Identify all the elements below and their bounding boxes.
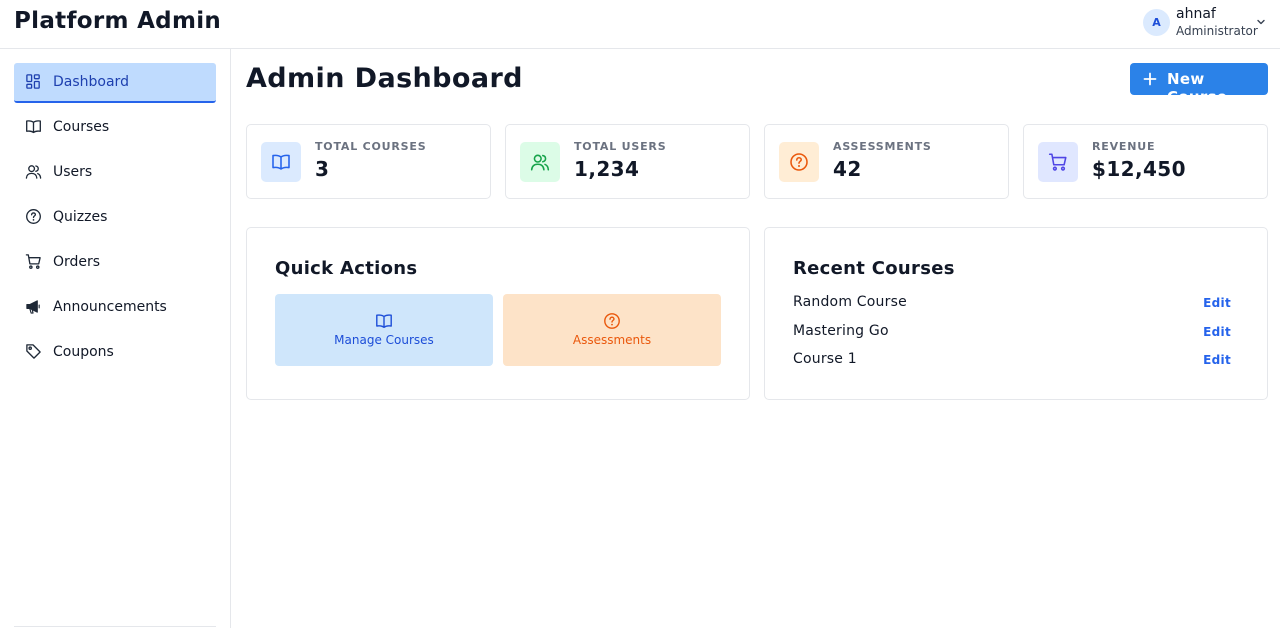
question-circle-icon xyxy=(790,153,808,171)
sidebar: Dashboard Courses Users Quizzes Orders A… xyxy=(0,49,231,628)
edit-link[interactable]: Edit xyxy=(1203,325,1231,339)
app-title: Platform Admin xyxy=(14,8,222,34)
user-name: ahnaf xyxy=(1176,6,1216,22)
users-icon xyxy=(25,165,42,179)
manage-courses-label: Manage Courses xyxy=(334,333,434,347)
sidebar-item-label: Courses xyxy=(53,119,110,135)
sidebar-item-coupons[interactable]: Coupons xyxy=(14,333,216,373)
edit-link[interactable]: Edit xyxy=(1203,353,1231,367)
book-icon xyxy=(26,120,41,134)
sidebar-item-label: Users xyxy=(53,164,93,180)
sidebar-item-orders[interactable]: Orders xyxy=(14,243,216,283)
sidebar-item-quizzes[interactable]: Quizzes xyxy=(14,198,216,238)
sidebar-item-label: Dashboard xyxy=(53,74,129,90)
tag-icon xyxy=(26,344,41,359)
question-circle-icon xyxy=(604,313,620,329)
page-title: Admin Dashboard xyxy=(246,63,523,94)
sidebar-item-label: Coupons xyxy=(53,344,114,360)
stat-value: 1,234 xyxy=(574,157,640,181)
megaphone-icon xyxy=(26,300,40,314)
question-circle-icon xyxy=(26,209,41,224)
list-item: Mastering Go Edit xyxy=(793,323,1233,345)
sidebar-divider xyxy=(14,626,216,627)
assessments-label: Assessments xyxy=(572,333,652,347)
stat-card-assessments: ASSESSMENTS 42 xyxy=(764,124,1009,199)
stat-value: 3 xyxy=(315,157,330,181)
new-course-label: New Course xyxy=(1167,70,1228,106)
user-menu[interactable]: A ahnaf Administrator xyxy=(1143,6,1273,42)
list-item: Course 1 Edit xyxy=(793,351,1233,373)
quick-actions-title: Quick Actions xyxy=(275,258,418,279)
recent-courses-panel: Recent Courses Random Course Edit Master… xyxy=(764,227,1268,400)
course-name: Mastering Go xyxy=(793,323,889,339)
recent-courses-title: Recent Courses xyxy=(793,258,955,279)
quick-actions-panel: Quick Actions Manage Courses Assessments xyxy=(246,227,750,400)
stat-card-revenue: REVENUE $12,450 xyxy=(1023,124,1268,199)
course-name: Course 1 xyxy=(793,351,857,367)
stat-icon-box xyxy=(261,142,301,182)
sidebar-item-label: Orders xyxy=(53,254,101,270)
stat-icon-box xyxy=(779,142,819,182)
sidebar-item-courses[interactable]: Courses xyxy=(14,108,216,148)
users-icon xyxy=(530,154,550,171)
stat-icon-box xyxy=(520,142,560,182)
stat-label: TOTAL COURSES xyxy=(315,140,427,153)
sidebar-item-label: Announcements xyxy=(53,299,167,315)
sidebar-item-dashboard[interactable]: Dashboard xyxy=(14,63,216,103)
book-icon xyxy=(376,314,392,328)
stat-card-total-courses: TOTAL COURSES 3 xyxy=(246,124,491,199)
dashboard-icon xyxy=(26,74,40,89)
list-item: Random Course Edit xyxy=(793,294,1233,316)
plus-icon xyxy=(1143,72,1157,86)
stat-value: $12,450 xyxy=(1092,157,1186,181)
stat-label: REVENUE xyxy=(1092,140,1156,153)
edit-link[interactable]: Edit xyxy=(1203,296,1231,310)
book-icon xyxy=(272,154,290,170)
sidebar-item-announcements[interactable]: Announcements xyxy=(14,288,216,328)
stat-label: TOTAL USERS xyxy=(574,140,667,153)
stat-card-total-users: TOTAL USERS 1,234 xyxy=(505,124,750,199)
top-bar: Platform Admin A ahnaf Administrator xyxy=(0,0,1280,49)
assessments-button[interactable]: Assessments xyxy=(503,294,721,366)
manage-courses-button[interactable]: Manage Courses xyxy=(275,294,493,366)
stat-label: ASSESSMENTS xyxy=(833,140,932,153)
course-name: Random Course xyxy=(793,294,907,310)
stat-icon-box xyxy=(1038,142,1078,182)
avatar: A xyxy=(1143,9,1170,36)
sidebar-item-users[interactable]: Users xyxy=(14,153,216,193)
user-role: Administrator xyxy=(1176,24,1258,38)
stat-value: 42 xyxy=(833,157,862,181)
chevron-down-icon[interactable] xyxy=(1255,16,1267,28)
sidebar-item-label: Quizzes xyxy=(53,209,108,225)
cart-icon xyxy=(25,254,41,269)
new-course-button[interactable]: New Course xyxy=(1130,63,1268,106)
cart-icon xyxy=(1048,153,1067,171)
